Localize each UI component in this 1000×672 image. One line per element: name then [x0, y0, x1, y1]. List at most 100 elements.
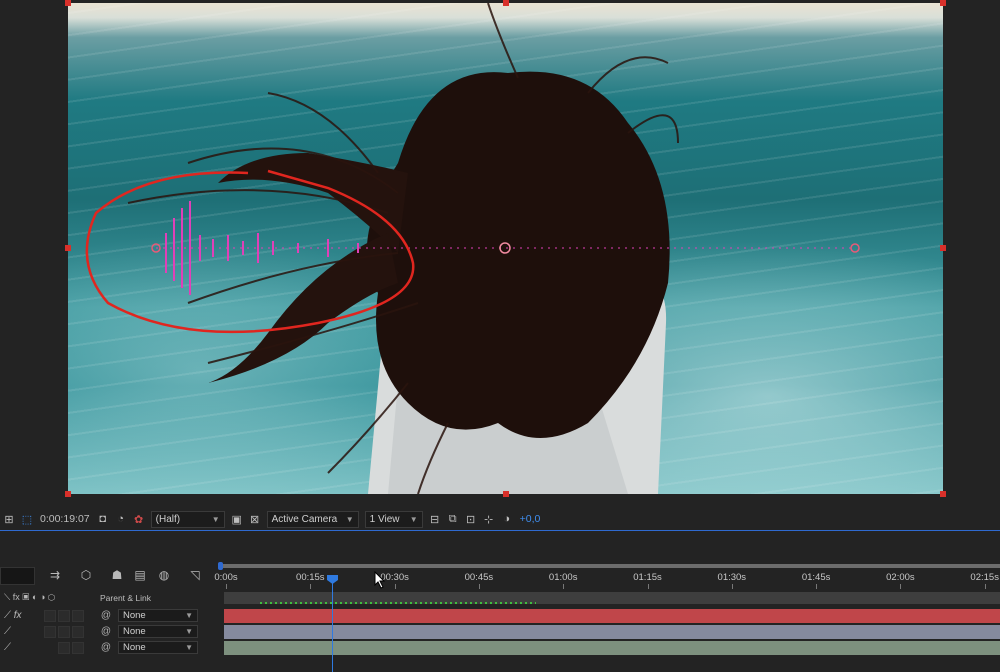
frame-blending-icon[interactable]: ▤: [131, 567, 149, 583]
mouse-cursor-icon: [374, 571, 386, 589]
resolution-value: (Half): [155, 513, 181, 525]
pickwhip-icon[interactable]: @: [100, 610, 112, 622]
chevron-down-icon: ▼: [211, 514, 220, 524]
chevron-down-icon: ▼: [185, 643, 193, 652]
draft-3d-icon[interactable]: ⬡: [77, 567, 95, 583]
chevron-down-icon: ▼: [409, 514, 418, 524]
parent-value: None: [123, 626, 146, 637]
chevron-down-icon: ▼: [185, 611, 193, 620]
pickwhip-icon[interactable]: @: [100, 626, 112, 638]
parent-value: None: [123, 610, 146, 621]
time-navigator-range: [218, 564, 1000, 568]
shy-switch-icon[interactable]: ⟋: [4, 642, 11, 653]
switch-box[interactable]: [72, 641, 84, 654]
layer-duration-bar[interactable]: [224, 609, 1000, 623]
ruler-tick: [394, 584, 396, 589]
ruler-tick: [816, 584, 818, 589]
chevron-down-icon: ▼: [185, 627, 193, 636]
ruler-tick-label: 01:00s: [548, 572, 578, 583]
switch-box[interactable]: [72, 625, 84, 638]
switch-box[interactable]: [58, 609, 70, 622]
camera-value: Active Camera: [271, 513, 338, 525]
ruler-tick-label: 01:45s: [801, 572, 831, 583]
ruler-tick: [563, 584, 565, 589]
fast-previews-icon[interactable]: ▣: [228, 510, 246, 528]
ruler-tick: [226, 584, 227, 589]
ruler-tick: [310, 584, 312, 589]
timeline-panel: ⇉ ⬡ ☗ ▤ ◍ ◹ 0:00s 00:15s 00:30s 00:45s 01:00…: [0, 531, 1000, 672]
flowchart-icon[interactable]: ⊹: [480, 510, 498, 528]
ruler-tick-label: 01:15s: [633, 572, 662, 583]
pickwhip-icon[interactable]: @: [100, 642, 112, 654]
motion-blur-icon[interactable]: ◍: [155, 567, 173, 583]
view-layout-dropdown[interactable]: 1 View ▼: [364, 510, 423, 528]
region-of-interest-icon[interactable]: ⬚: [18, 510, 36, 528]
ruler-tick: [900, 584, 902, 589]
switch-box[interactable]: [58, 625, 70, 638]
channel-rgb-icon[interactable]: ✿: [130, 510, 148, 528]
ruler-tick-label: 0:00s: [214, 572, 238, 583]
switches-icons: ⟍ fx ▣ ◐ ◑ ⬡: [4, 592, 56, 602]
work-area-bar[interactable]: [224, 592, 1000, 604]
parent-link-header: Parent & Link: [100, 593, 152, 603]
parent-value: None: [123, 642, 146, 653]
ruler-tick-label: 01:30s: [717, 572, 747, 583]
always-preview-icon[interactable]: ⊞: [0, 510, 18, 528]
parent-dropdown[interactable]: None ▼: [118, 641, 198, 654]
layer-duration-bar[interactable]: [224, 641, 1000, 655]
parent-dropdown[interactable]: None ▼: [118, 609, 198, 622]
ruler-tick-label: 00:15s: [296, 572, 325, 583]
transform-handle[interactable]: [940, 245, 946, 251]
render-cache-indicator: [260, 602, 536, 604]
layer-row[interactable]: ⟋ fx @ None ▼: [0, 608, 218, 623]
composition-viewer[interactable]: [0, 0, 1000, 508]
shy-layers-icon[interactable]: ☗: [108, 567, 126, 583]
transform-handle[interactable]: [940, 491, 946, 497]
resolution-dropdown[interactable]: (Half) ▼: [150, 510, 225, 528]
switch-box[interactable]: [72, 609, 84, 622]
ruler-tick-label: 02:15s: [970, 572, 999, 583]
transform-handle[interactable]: [65, 245, 71, 251]
reset-exposure-icon[interactable]: ◑: [498, 510, 516, 528]
transform-handle[interactable]: [65, 491, 71, 497]
footage-layer-image: [85, 3, 860, 494]
snapshot-camera-icon[interactable]: ◘: [94, 510, 112, 528]
comp-mini-flowchart-icon[interactable]: ⇉: [46, 567, 64, 583]
shy-switch-icon[interactable]: ⟋: [4, 626, 11, 637]
ruler-tick: [731, 584, 733, 589]
transform-handle[interactable]: [940, 0, 946, 6]
layer-row[interactable]: ⟋ @ None ▼: [0, 624, 218, 639]
transparency-grid-icon[interactable]: ⊠: [246, 510, 264, 528]
shy-switch-icon[interactable]: ⟋ fx: [4, 610, 22, 621]
switch-box[interactable]: [44, 625, 56, 638]
parent-dropdown[interactable]: None ▼: [118, 625, 198, 638]
time-navigator[interactable]: [218, 564, 1000, 568]
switch-box[interactable]: [44, 609, 56, 622]
ruler-tick: [478, 584, 480, 589]
switch-box[interactable]: [58, 641, 70, 654]
transform-handle[interactable]: [503, 0, 509, 6]
ruler-tick-label: 00:45s: [464, 572, 494, 583]
transform-handle[interactable]: [65, 0, 71, 6]
viewer-toolbar: ⊞ ⬚ 0:00:19:07 ◘ ◔ ✿ (Half) ▼ ▣ ⊠ Active…: [0, 508, 1000, 531]
layer-switches-header: ⟍ fx ▣ ◐ ◑ ⬡ Parent & Link: [0, 592, 218, 605]
graph-editor-icon[interactable]: ◹: [186, 567, 204, 583]
chevron-down-icon: ▼: [345, 514, 354, 524]
playhead-line[interactable]: [332, 579, 333, 672]
transform-handle[interactable]: [503, 491, 509, 497]
ruler-tick: [647, 584, 649, 589]
ruler-tick: [984, 584, 986, 589]
camera-dropdown[interactable]: Active Camera ▼: [266, 510, 359, 528]
layer-row[interactable]: ⟋ @ None ▼: [0, 640, 218, 655]
timeline-icon[interactable]: ⊡: [462, 510, 480, 528]
layer-duration-bar[interactable]: [224, 625, 1000, 639]
toggle-pixel-aspect-icon[interactable]: ⊟: [426, 510, 444, 528]
exposure-value[interactable]: +0,0: [520, 513, 541, 525]
layer-search-input[interactable]: [0, 567, 35, 585]
3d-draft-icon[interactable]: ⧉: [444, 510, 462, 528]
composition-frame[interactable]: [68, 3, 943, 494]
current-time-display[interactable]: 0:00:19:07: [40, 513, 90, 525]
view-layout-value: 1 View: [369, 513, 400, 525]
ruler-tick-label: 02:00s: [886, 572, 915, 583]
show-snapshot-icon[interactable]: ◔: [112, 510, 130, 528]
